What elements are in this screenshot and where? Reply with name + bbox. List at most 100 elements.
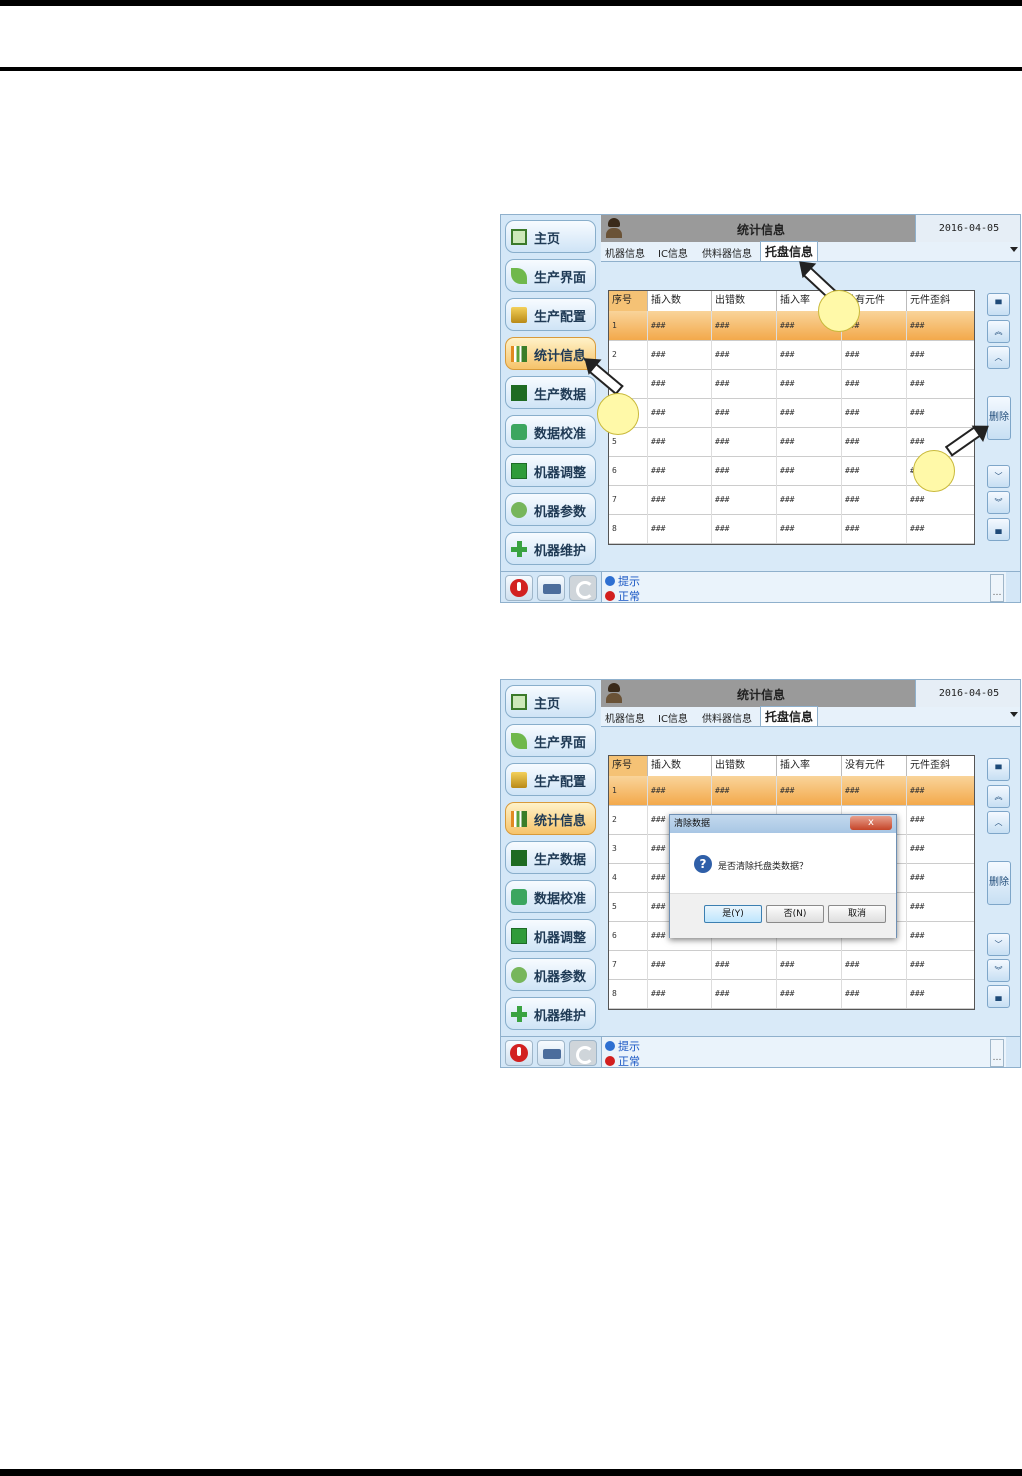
- close-icon[interactable]: x: [850, 816, 892, 830]
- line-down-button[interactable]: ﹀: [987, 465, 1010, 488]
- line-up-button[interactable]: ︿: [987, 811, 1010, 834]
- tool-icon: [511, 928, 527, 944]
- table-row[interactable]: 3###############: [609, 369, 974, 399]
- sidebar-item-7[interactable]: 机器调整: [505, 919, 596, 952]
- sidebar-item-5[interactable]: 生产数据: [505, 376, 596, 409]
- column-header[interactable]: 元件歪斜: [907, 291, 974, 311]
- tab-dropdown-icon[interactable]: [1010, 247, 1018, 252]
- column-header[interactable]: 元件歪斜: [907, 756, 974, 776]
- line-up-button[interactable]: ︿: [987, 346, 1010, 369]
- table-row[interactable]: 1###############: [609, 311, 974, 341]
- column-header[interactable]: 序号: [609, 291, 648, 311]
- yes-button[interactable]: 是(Y): [704, 905, 762, 923]
- table-cell: ###: [712, 776, 777, 805]
- power-icon[interactable]: [505, 575, 533, 601]
- sidebar-item-label: 主页: [534, 697, 561, 712]
- refresh-icon[interactable]: [569, 575, 597, 601]
- tab-tray-info[interactable]: 托盘信息: [760, 706, 819, 726]
- table-cell: ###: [712, 311, 777, 340]
- table-cell: 8: [609, 514, 648, 543]
- page-up-button[interactable]: ︽: [987, 320, 1010, 343]
- calibrate-icon: [511, 889, 527, 905]
- tab-machine-info[interactable]: 机器信息: [605, 710, 645, 725]
- table-cell: 2: [609, 340, 648, 369]
- no-button[interactable]: 否(N): [766, 905, 824, 923]
- footer-rule: [0, 1469, 1022, 1476]
- page-down-button[interactable]: ︾: [987, 491, 1010, 514]
- refresh-icon[interactable]: [569, 1040, 597, 1066]
- table-cell: ###: [648, 979, 712, 1008]
- sidebar-item-3[interactable]: 生产配置: [505, 763, 596, 796]
- sidebar-item-1[interactable]: 主页: [505, 220, 596, 253]
- tab-ic-info[interactable]: IC信息: [658, 245, 688, 260]
- more-button[interactable]: …: [990, 574, 1004, 602]
- cancel-button[interactable]: 取消: [828, 905, 886, 923]
- column-header[interactable]: 出错数: [712, 756, 777, 776]
- last-page-button[interactable]: ▄: [987, 985, 1010, 1008]
- table-row[interactable]: 7 ### ### ### ### ###: [609, 950, 974, 980]
- last-page-button[interactable]: ▄: [987, 518, 1010, 541]
- first-page-button[interactable]: ▀: [987, 758, 1010, 781]
- sidebar-item-1[interactable]: 主页: [505, 685, 596, 718]
- printer-icon[interactable]: [537, 1040, 565, 1066]
- column-header[interactable]: 插入数: [648, 756, 712, 776]
- table-row[interactable]: 7 ### ### ### ### ###: [609, 485, 974, 515]
- delete-button[interactable]: 删除: [987, 861, 1011, 905]
- sidebar-item-8[interactable]: 机器参数: [505, 958, 596, 991]
- data-icon: [511, 385, 527, 401]
- table-cell: ###: [777, 514, 842, 543]
- table-row[interactable]: 2###############: [609, 340, 974, 370]
- column-header[interactable]: 序号: [609, 756, 648, 776]
- state-row: 正常: [605, 588, 640, 603]
- table-row[interactable]: 4###############: [609, 398, 974, 428]
- table-cell: ###: [907, 863, 974, 892]
- table-cell: ###: [712, 427, 777, 456]
- more-button[interactable]: …: [990, 1039, 1004, 1067]
- clock: 2016-04-05 18:32:46: [915, 215, 1020, 261]
- column-header[interactable]: 插入数: [648, 291, 712, 311]
- sidebar-item-9[interactable]: 机器维护: [505, 997, 596, 1030]
- callout-circle-1: [597, 393, 639, 435]
- table-cell: ###: [907, 921, 974, 950]
- table-cell: ###: [907, 892, 974, 921]
- state-text: 正常: [618, 590, 640, 603]
- line-down-button[interactable]: ﹀: [987, 933, 1010, 956]
- sidebar-item-2[interactable]: 生产界面: [505, 724, 596, 757]
- plus-icon: [511, 1006, 527, 1022]
- printer-icon[interactable]: [537, 575, 565, 601]
- sidebar-item-5[interactable]: 生产数据: [505, 841, 596, 874]
- page-up-button[interactable]: ︽: [987, 785, 1010, 808]
- hint-text: 提示: [618, 1040, 640, 1053]
- table-cell: ###: [648, 369, 712, 398]
- table-cell: ###: [777, 369, 842, 398]
- sidebar-item-7[interactable]: 机器调整: [505, 454, 596, 487]
- table-row[interactable]: 8 ### ### ### ### ###: [609, 979, 974, 1009]
- column-header[interactable]: 出错数: [712, 291, 777, 311]
- column-header[interactable]: 插入率: [777, 756, 842, 776]
- sidebar-item-label: 统计信息: [534, 814, 587, 829]
- table-cell: ###: [842, 340, 907, 369]
- sidebar-item-3[interactable]: 生产配置: [505, 298, 596, 331]
- sidebar-item-8[interactable]: 机器参数: [505, 493, 596, 526]
- sidebar-item-6[interactable]: 数据校准: [505, 415, 596, 448]
- sidebar-item-2[interactable]: 生产界面: [505, 259, 596, 292]
- sidebar-item-label: 生产界面: [534, 271, 587, 286]
- tab-feeder-info[interactable]: 供料器信息: [702, 710, 752, 725]
- tab-feeder-info[interactable]: 供料器信息: [702, 245, 752, 260]
- sidebar-item-4[interactable]: 统计信息: [505, 802, 596, 835]
- table-cell: ###: [907, 950, 974, 979]
- page-down-button[interactable]: ︾: [987, 959, 1010, 982]
- table-row[interactable]: 8 ### ### ### ### ###: [609, 514, 974, 544]
- tab-dropdown-icon[interactable]: [1010, 712, 1018, 717]
- table-cell: ###: [842, 456, 907, 485]
- tab-machine-info[interactable]: 机器信息: [605, 245, 645, 260]
- sidebar-item-6[interactable]: 数据校准: [505, 880, 596, 913]
- sidebar-item-9[interactable]: 机器维护: [505, 532, 596, 565]
- tab-ic-info[interactable]: IC信息: [658, 710, 688, 725]
- column-header[interactable]: 没有元件: [842, 756, 907, 776]
- power-icon[interactable]: [505, 1040, 533, 1066]
- table-row[interactable]: 1###############: [609, 776, 974, 806]
- screen-title: 统计信息: [736, 688, 785, 702]
- first-page-button[interactable]: ▀: [987, 293, 1010, 316]
- table-row[interactable]: 5###############: [609, 427, 974, 457]
